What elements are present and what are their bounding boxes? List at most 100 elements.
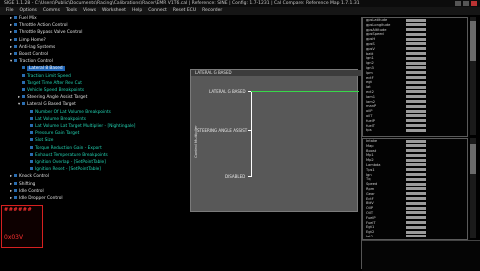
tree-item[interactable]: ▸Anti-lag Systems xyxy=(10,45,55,51)
menu-options[interactable]: Options xyxy=(20,7,37,15)
folder-icon xyxy=(14,196,17,199)
panel-scrollbar-top[interactable] xyxy=(470,17,476,135)
channel-value-bar xyxy=(406,202,426,205)
folder-icon xyxy=(22,102,25,105)
error-hash: ###### xyxy=(4,207,32,213)
table-icon xyxy=(30,117,33,120)
tree-item[interactable]: ▸Steering Angle Assist Target xyxy=(18,95,87,101)
scrollbar-thumb[interactable] xyxy=(470,21,476,61)
channel-value-bar xyxy=(406,76,426,79)
menu-tools[interactable]: Tools xyxy=(66,7,77,15)
close-button[interactable] xyxy=(471,1,477,6)
channel-value-bar xyxy=(406,235,426,237)
graph-label-top: LATERAL G BASED xyxy=(209,89,246,94)
channel-value-bar xyxy=(406,168,426,171)
tree-item[interactable]: Vehicle Speed Breakpoints xyxy=(18,88,84,94)
tree-item-label: Lat Volume Lat Target Multiplier - [Nigh… xyxy=(35,124,135,129)
tree-item-label: Pressure Gain Target xyxy=(35,131,79,136)
menu-file[interactable]: File xyxy=(6,7,14,15)
menu-reset-ecu[interactable]: Reset ECU xyxy=(173,7,196,15)
tree-item[interactable]: Lat Volume Breakpoints xyxy=(26,117,86,123)
channel-value-bar xyxy=(406,173,426,176)
tree-item[interactable]: Exhaust Temperature Breakpoints xyxy=(26,153,108,159)
tree-item[interactable]: ▸Boost Control xyxy=(10,52,48,58)
channel-value-bar xyxy=(406,187,426,190)
graph-label-bottom: DISABLED xyxy=(225,174,245,179)
table-icon xyxy=(30,131,33,134)
tree-item[interactable]: Ignition Overlap - [SetPointTable] xyxy=(26,160,106,166)
channel-value-bar xyxy=(406,163,426,166)
tree-item-label: Torque Reduction Gain - Export xyxy=(35,146,102,151)
graph-header: LATERAL G BASED xyxy=(191,70,361,76)
tree-item[interactable]: ▸Throttle Action Control xyxy=(10,23,68,29)
tree-item[interactable]: Ignition Reset - [SetPointTable] xyxy=(26,167,101,173)
menu-bar: File Options Comms Tools Views Worksheet Help C… xyxy=(0,7,480,15)
scrollbar-thumb[interactable] xyxy=(470,144,476,174)
table-icon xyxy=(22,88,25,91)
channel-value-bar xyxy=(406,154,426,157)
tree-item-label: Lat Volume Breakpoints xyxy=(35,117,86,122)
tree-item[interactable]: Number Of Lat Volume Breakpoints xyxy=(26,110,111,116)
table-icon xyxy=(30,110,33,113)
tree-item-label: Exhaust Temperature Breakpoints xyxy=(35,153,108,158)
table-icon xyxy=(22,74,25,77)
tree-item[interactable]: ▸Shifting xyxy=(10,182,35,188)
menu-connect[interactable]: Connect xyxy=(148,7,167,15)
channel-value-bar xyxy=(406,38,426,41)
menu-help[interactable]: Help xyxy=(132,7,142,15)
folder-icon xyxy=(14,38,17,41)
tree-item[interactable]: Lateral 8 Based xyxy=(18,66,65,72)
menu-views[interactable]: Views xyxy=(83,7,96,15)
graph-tick-bottom xyxy=(248,176,251,177)
error-code: 0x03V xyxy=(4,234,23,241)
tree-item[interactable]: ▸Throttle Bypass Valve Control xyxy=(10,30,82,36)
graph-tick-mid xyxy=(248,130,251,131)
tree-item[interactable]: ▸Fuel Mix xyxy=(10,16,37,22)
minimize-button[interactable] xyxy=(455,1,461,6)
tree-item[interactable]: ▾Lateral G Based Target xyxy=(18,102,76,108)
channel-value-bar xyxy=(406,57,426,60)
channel-value-bar xyxy=(406,226,426,229)
channel-value-bar xyxy=(406,19,426,22)
tree-item[interactable]: Traction Limit Speed xyxy=(18,74,71,80)
tree-item[interactable]: Lat Volume Lat Target Multiplier - [Nigh… xyxy=(26,124,135,130)
channel-value-bar xyxy=(406,95,426,98)
tree-item[interactable]: ▾Traction Control xyxy=(10,59,53,65)
channel-value-bar xyxy=(406,71,426,74)
menu-worksheet[interactable]: Worksheet xyxy=(102,7,126,15)
tree-item[interactable]: ▸Knock Control xyxy=(10,174,49,180)
channel-row[interactable]: Iat2 xyxy=(366,235,466,237)
channel-value-bar xyxy=(406,90,426,93)
tree-item[interactable]: Target Time After Rev Cut xyxy=(18,81,82,87)
menu-comms[interactable]: Comms xyxy=(43,7,60,15)
channel-value-bar xyxy=(406,159,426,162)
channel-value-bar xyxy=(406,114,426,117)
panel-scrollbar-bottom[interactable] xyxy=(470,138,476,238)
tree-item[interactable]: ▸Limp Home? xyxy=(10,38,46,44)
tree-item[interactable]: Pressure Gain Target xyxy=(26,131,79,137)
channel-value-bar xyxy=(406,144,426,147)
tree-item[interactable]: Torque Reduction Gain - Export xyxy=(26,146,102,152)
channel-value-bar xyxy=(406,192,426,195)
graph-panel: LATERAL G BASED Control Multiplier LATER… xyxy=(190,69,358,212)
channel-value-bar xyxy=(406,28,426,31)
channel-row[interactable]: rpm xyxy=(366,133,466,134)
menu-recorder[interactable]: Recorder xyxy=(202,7,222,15)
calibration-tree: ▸Fuel Mix▸Throttle Action Control▸Thrott… xyxy=(0,16,190,206)
tree-item[interactable]: ▸Idle Dropper Control xyxy=(10,196,63,202)
graph-tick-top xyxy=(248,91,251,92)
tree-item-label: Slot Size xyxy=(35,138,53,143)
channel-value-bar xyxy=(406,105,426,108)
channel-value-bar xyxy=(406,183,426,186)
maximize-button[interactable] xyxy=(463,1,469,6)
table-icon xyxy=(22,66,25,69)
graph-vertical-axis xyxy=(251,91,252,177)
tree-item[interactable]: Slot Size xyxy=(26,138,53,144)
tree-item[interactable]: ▸Idle Control xyxy=(10,189,44,195)
channel-value-bar xyxy=(406,33,426,36)
channel-rows-bottom: IntakeMapBoostMp1Mp2LambdaTps1IgnTqSpeed… xyxy=(366,139,466,237)
channel-value-bar xyxy=(406,110,426,113)
channel-value-bar xyxy=(406,149,426,152)
tree-item-label: Lateral G Based Target xyxy=(27,102,76,107)
channel-value-bar xyxy=(406,119,426,122)
